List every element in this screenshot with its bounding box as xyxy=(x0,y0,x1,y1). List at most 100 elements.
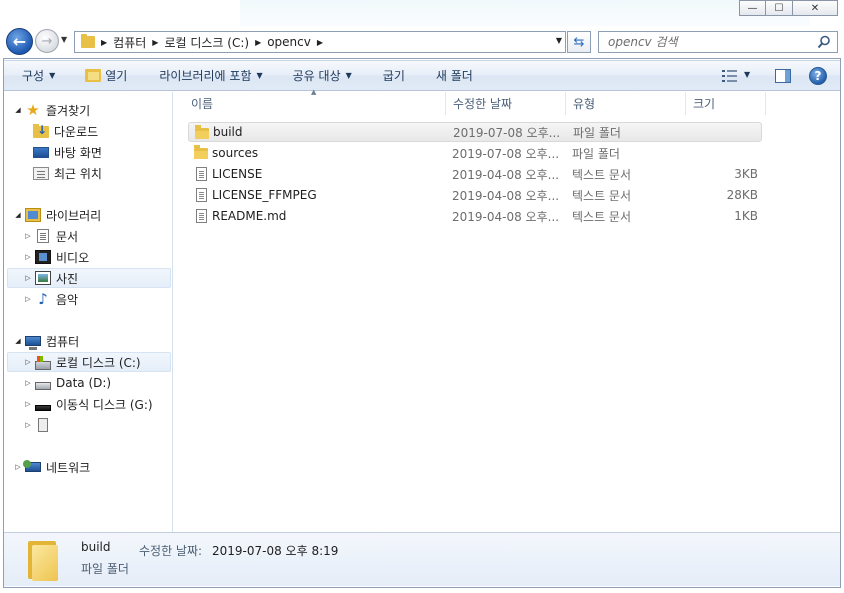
column-type-label: 유형 xyxy=(573,97,596,111)
close-button[interactable]: ✕ xyxy=(793,0,838,16)
expand-icon[interactable]: ◢ xyxy=(13,211,23,219)
new-folder-label: 새 폴더 xyxy=(435,69,473,83)
preview-pane-icon[interactable] xyxy=(775,69,791,83)
hard-drive-icon xyxy=(35,382,51,390)
video-icon xyxy=(35,250,51,264)
view-dropdown-icon[interactable]: ▼ xyxy=(744,70,750,79)
view-options-icon[interactable] xyxy=(722,69,738,83)
folder-large-icon xyxy=(24,539,60,581)
nav-music[interactable]: ▷ ♪ 음악 xyxy=(23,289,78,309)
recent-places-icon xyxy=(33,166,49,180)
maximize-button[interactable]: ☐ xyxy=(766,0,793,16)
help-button[interactable]: ? xyxy=(809,67,827,85)
search-icon[interactable] xyxy=(817,35,831,49)
expand-icon[interactable]: ▷ xyxy=(13,463,23,471)
command-bar: 구성 ▼ 열기 라이브러리에 포함 ▼ 공유 대상 ▼ 굽기 새 폴더 ▼ ? xyxy=(4,60,840,91)
chevron-down-icon: ▼ xyxy=(256,71,263,80)
address-row: ← → ▼ ▶ 컴퓨터 ▶ 로컬 디스크 (C:) ▶ opencv ▶ ▼ ⇆ xyxy=(0,26,844,58)
address-dropdown-icon[interactable]: ▼ xyxy=(556,36,562,45)
nav-pictures[interactable]: ▷ 사진 xyxy=(7,268,171,288)
expand-icon[interactable]: ▷ xyxy=(23,274,33,282)
documents-icon xyxy=(37,229,49,243)
forward-button[interactable]: → xyxy=(35,29,59,53)
nav-libraries[interactable]: ◢ 라이브러리 xyxy=(13,205,101,225)
nav-desktop[interactable]: 바탕 화면 xyxy=(33,142,102,162)
column-name-label: 이름 xyxy=(191,97,214,111)
address-bar[interactable]: ▶ 컴퓨터 ▶ 로컬 디스크 (C:) ▶ opencv ▶ ▼ xyxy=(74,31,566,53)
back-button[interactable]: ← xyxy=(6,28,33,55)
column-header-size[interactable]: 크기 xyxy=(686,92,766,115)
file-row[interactable]: sources 2019-07-08 오후... 파일 폴더 xyxy=(188,143,762,163)
share-label: 공유 대상 xyxy=(292,69,341,83)
nav-documents[interactable]: ▷ 문서 xyxy=(23,226,78,246)
recent-pages-button[interactable]: ▼ xyxy=(61,35,67,44)
open-label: 열기 xyxy=(105,69,128,83)
nav-drive-g-label: 이동식 디스크 (G:) xyxy=(56,397,153,412)
expand-icon[interactable]: ▷ xyxy=(23,421,33,429)
title-glow xyxy=(240,0,810,26)
nav-music-label: 음악 xyxy=(56,292,79,307)
burn-button[interactable]: 굽기 xyxy=(383,60,405,91)
include-library-label: 라이브러리에 포함 xyxy=(159,69,252,83)
nav-drive-g[interactable]: ▷ 이동식 디스크 (G:) xyxy=(23,394,153,414)
expand-icon[interactable]: ▷ xyxy=(23,379,33,387)
chevron-right-icon[interactable]: ▶ xyxy=(152,38,158,47)
expand-icon[interactable]: ▷ xyxy=(23,400,33,408)
column-header-name[interactable]: 이름 xyxy=(184,92,446,115)
nav-computer[interactable]: ◢ 컴퓨터 xyxy=(13,331,79,351)
nav-network[interactable]: ▷ 네트워크 xyxy=(13,457,90,477)
file-row[interactable]: LICENSE 2019-04-08 오후... 텍스트 문서 3KB xyxy=(188,164,762,184)
file-row[interactable]: README.md 2019-04-08 오후... 텍스트 문서 1KB xyxy=(188,206,762,226)
chevron-down-icon: ▼ xyxy=(61,35,68,44)
maximize-icon: ☐ xyxy=(774,2,784,14)
nav-drive-c[interactable]: ▷ 로컬 디스크 (C:) xyxy=(7,352,171,372)
expand-icon[interactable]: ◢ xyxy=(13,337,23,345)
file-name: README.md xyxy=(212,209,287,223)
nav-device[interactable]: ▷ xyxy=(23,415,56,435)
nav-downloads-label: 다운로드 xyxy=(54,124,99,139)
burn-label: 굽기 xyxy=(382,69,405,83)
nav-favorites[interactable]: ◢ ★ 즐겨찾기 xyxy=(13,100,90,120)
nav-recent[interactable]: 최근 위치 xyxy=(33,163,102,183)
breadcrumb-opencv[interactable]: opencv xyxy=(267,35,311,49)
text-file-icon xyxy=(196,167,207,181)
chevron-right-icon[interactable]: ▶ xyxy=(255,38,261,47)
chevron-right-icon[interactable]: ▶ xyxy=(101,38,107,47)
new-folder-button[interactable]: 새 폴더 xyxy=(436,60,473,91)
share-menu[interactable]: 공유 대상 ▼ xyxy=(293,60,352,91)
file-row[interactable]: LICENSE_FFMPEG 2019-04-08 오후... 텍스트 문서 2… xyxy=(188,185,762,205)
chevron-right-icon[interactable]: ▶ xyxy=(317,38,323,47)
folder-icon xyxy=(194,145,208,159)
minimize-button[interactable]: — xyxy=(739,0,766,16)
file-name: sources xyxy=(212,146,259,160)
expand-icon[interactable]: ▷ xyxy=(23,232,33,240)
search-input[interactable] xyxy=(599,35,809,49)
help-icon: ? xyxy=(814,69,822,83)
open-button[interactable]: 열기 xyxy=(85,60,127,91)
refresh-icon: ⇆ xyxy=(573,34,585,50)
nav-drive-d[interactable]: ▷ Data (D:) xyxy=(23,373,111,393)
expand-icon[interactable]: ▷ xyxy=(23,295,33,303)
file-row[interactable]: build 2019-07-08 오후... 파일 폴더 xyxy=(188,122,762,142)
nav-downloads[interactable]: 다운로드 xyxy=(33,121,98,141)
file-name: build xyxy=(213,125,243,139)
window-controls: — ☐ ✕ xyxy=(739,0,838,16)
title-bar: — ☐ ✕ xyxy=(0,0,844,28)
file-date: 2019-07-08 오후... xyxy=(452,146,560,161)
nav-desktop-label: 바탕 화면 xyxy=(54,145,102,160)
expand-icon[interactable]: ◢ xyxy=(13,106,23,114)
expand-icon[interactable]: ▷ xyxy=(23,358,33,366)
search-box xyxy=(598,31,838,53)
column-header-type[interactable]: 유형 xyxy=(566,92,686,115)
expand-icon[interactable]: ▷ xyxy=(23,253,33,261)
column-header-date[interactable]: 수정한 날짜 xyxy=(446,92,566,115)
nav-libraries-label: 라이브러리 xyxy=(46,208,102,223)
file-type: 텍스트 문서 xyxy=(572,209,632,224)
include-library-menu[interactable]: 라이브러리에 포함 ▼ xyxy=(159,60,262,91)
nav-videos[interactable]: ▷ 비디오 xyxy=(23,247,89,267)
breadcrumb-drive-c[interactable]: 로컬 디스크 (C:) xyxy=(164,34,249,51)
breadcrumb-computer[interactable]: 컴퓨터 xyxy=(113,34,146,51)
system-drive-icon xyxy=(35,355,51,370)
organize-menu[interactable]: 구성 ▼ xyxy=(22,60,55,91)
refresh-button[interactable]: ⇆ xyxy=(567,31,591,53)
